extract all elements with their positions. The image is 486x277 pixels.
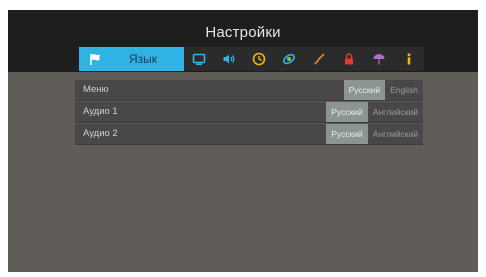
info-icon [407, 53, 411, 65]
option-selector: Русский Английский [326, 102, 423, 122]
settings-row-label: Аудио 1 [83, 106, 118, 117]
settings-row[interactable]: Аудио 1 Русский Английский [75, 102, 423, 123]
header-bar: Настройки Язык [8, 10, 478, 72]
tab-audio[interactable] [214, 47, 244, 71]
tab-video[interactable] [184, 47, 214, 71]
language-option[interactable]: English [385, 80, 423, 100]
tab-time[interactable] [244, 47, 274, 71]
flag-icon [90, 54, 100, 65]
clock-icon [252, 52, 266, 66]
globe-icon [283, 53, 295, 65]
settings-row-label: Меню [83, 84, 109, 95]
tab-extra[interactable] [364, 47, 394, 71]
language-option[interactable]: Русский [326, 102, 368, 122]
tab-info[interactable] [394, 47, 424, 71]
tab-appearance[interactable] [304, 47, 334, 71]
speaker-icon [223, 54, 235, 64]
language-option[interactable]: Английский [368, 124, 423, 144]
tab-parental-lock[interactable] [334, 47, 364, 71]
language-option[interactable]: Русский [343, 80, 386, 100]
settings-row[interactable]: Аудио 2 Русский Английский [75, 124, 423, 145]
language-settings-panel: Меню Русский English Аудио 1 Русский Английск… [75, 80, 423, 145]
lock-icon [345, 53, 353, 65]
settings-tab-bar: Язык [79, 47, 424, 71]
umbrella-icon [373, 54, 385, 65]
monitor-icon [192, 53, 206, 65]
tv-screen: Настройки Язык Меню Русский English Ауди… [8, 10, 478, 272]
settings-row-label: Аудио 2 [83, 128, 118, 139]
tab-language[interactable]: Язык [79, 47, 184, 71]
settings-row[interactable]: Меню Русский English [75, 80, 423, 101]
language-option[interactable]: Русский [326, 124, 368, 144]
page-title: Настройки [205, 24, 281, 41]
tab-network[interactable] [274, 47, 304, 71]
language-option[interactable]: Английский [368, 102, 423, 122]
tab-language-label: Язык [129, 52, 158, 66]
option-selector: Русский Английский [326, 124, 423, 144]
option-selector: Русский English [343, 80, 423, 100]
brush-icon [314, 53, 325, 65]
